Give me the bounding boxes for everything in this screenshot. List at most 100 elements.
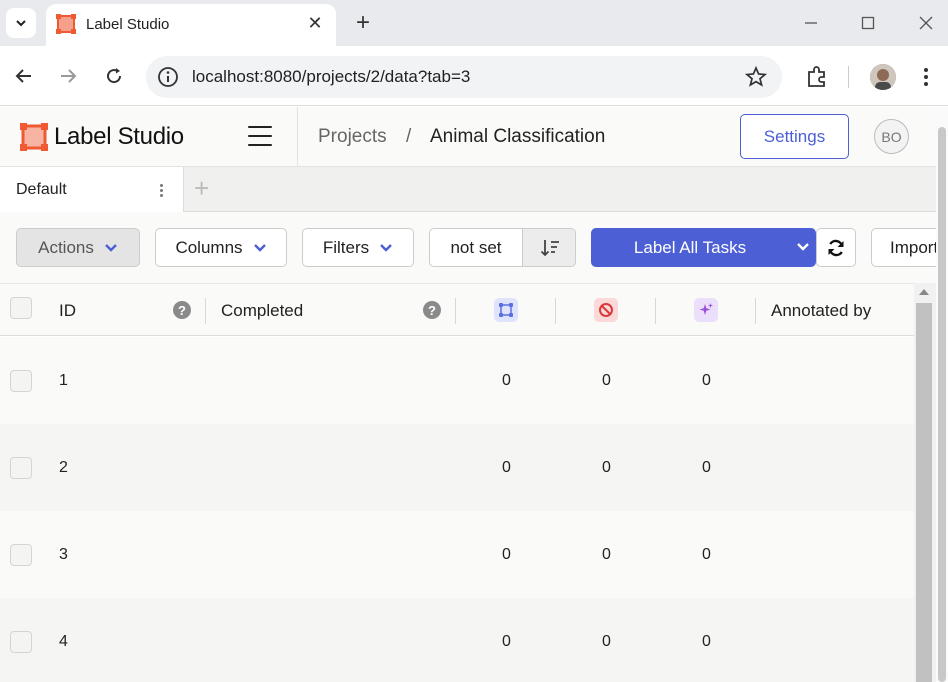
breadcrumb-separator: /	[406, 126, 412, 147]
cell-id: 2	[59, 459, 68, 476]
cell-cancelled: 0	[602, 372, 611, 389]
new-tab-button[interactable]: +	[350, 9, 376, 36]
row-checkbox[interactable]	[10, 544, 32, 566]
refresh-icon	[828, 239, 844, 256]
cell-annotations: 0	[502, 372, 511, 389]
data-manager-toolbar: Actions Columns Filters not set Label Al…	[0, 212, 948, 283]
add-tab-icon[interactable]: +	[194, 175, 209, 201]
table-row[interactable]: 3 0 0 0	[0, 511, 914, 598]
url-text[interactable]: localhost:8080/projects/2/data?tab=3	[192, 67, 470, 87]
cell-id: 3	[59, 546, 68, 563]
tab-default-label: Default	[16, 181, 67, 198]
table-row[interactable]: 1 0 0 0	[0, 337, 914, 424]
cell-predictions: 0	[702, 459, 711, 476]
page-scrollbar[interactable]	[936, 107, 948, 682]
toolbar-separator	[848, 66, 849, 88]
row-checkbox[interactable]	[10, 370, 32, 392]
row-checkbox[interactable]	[10, 631, 32, 653]
chevron-down-icon	[380, 243, 392, 252]
label-studio-favicon-icon	[56, 14, 76, 34]
bookmark-star-icon[interactable]	[744, 65, 768, 89]
table-header: ID ? Completed ? Annotated by	[0, 283, 914, 336]
page-scroll-thumb[interactable]	[938, 127, 946, 682]
profile-avatar[interactable]	[870, 64, 896, 90]
cell-id: 4	[59, 633, 68, 650]
tab-default[interactable]: Default	[0, 167, 184, 212]
actions-label: Actions	[38, 237, 94, 257]
cell-annotations: 0	[502, 459, 511, 476]
cell-predictions: 0	[702, 372, 711, 389]
browser-tab[interactable]: Label Studio ✕	[46, 4, 336, 46]
browser-menu-icon[interactable]	[916, 64, 936, 90]
forward-arrow-icon[interactable]	[54, 62, 82, 90]
brand-name[interactable]: Label Studio	[54, 123, 184, 151]
hamburger-menu-icon[interactable]	[248, 126, 272, 146]
tab-search-button[interactable]	[6, 8, 36, 38]
app-header: Label Studio Projects / Animal Classific…	[0, 107, 936, 167]
sort-order-icon[interactable]	[522, 229, 575, 266]
user-avatar[interactable]: BO	[874, 119, 909, 154]
sort-control: not set	[429, 228, 576, 267]
extensions-puzzle-icon[interactable]	[804, 64, 830, 90]
cell-predictions: 0	[702, 633, 711, 650]
cancelled-count-icon[interactable]	[594, 298, 618, 322]
column-divider[interactable]	[455, 298, 456, 324]
breadcrumb-projects[interactable]: Projects	[318, 126, 387, 148]
header-divider	[297, 107, 298, 167]
breadcrumb-current-project[interactable]: Animal Classification	[430, 126, 605, 148]
column-divider[interactable]	[655, 298, 656, 324]
actions-button[interactable]: Actions	[16, 228, 140, 267]
settings-button[interactable]: Settings	[740, 114, 849, 159]
back-arrow-icon[interactable]	[10, 62, 38, 90]
cell-annotations: 0	[502, 633, 511, 650]
refresh-button[interactable]	[816, 228, 856, 267]
browser-tab-title: Label Studio	[86, 16, 170, 33]
cell-cancelled: 0	[602, 546, 611, 563]
columns-label: Columns	[175, 237, 243, 257]
cell-cancelled: 0	[602, 459, 611, 476]
label-all-tasks-label: Label All Tasks	[633, 237, 747, 257]
cell-cancelled: 0	[602, 633, 611, 650]
row-checkbox[interactable]	[10, 457, 32, 479]
annotations-count-icon[interactable]	[494, 298, 518, 322]
reload-icon[interactable]	[100, 62, 128, 90]
table-row[interactable]: 2 0 0 0	[0, 424, 914, 511]
label-all-tasks-button[interactable]: Label All Tasks	[591, 228, 816, 267]
maximize-icon[interactable]	[853, 8, 883, 38]
site-info-icon[interactable]	[156, 65, 180, 89]
chevron-down-icon	[253, 243, 266, 252]
cell-annotations: 0	[502, 546, 511, 563]
label-studio-logo-icon[interactable]	[20, 123, 48, 151]
chevron-down-icon	[16, 20, 26, 27]
sort-field-select[interactable]: not set	[430, 229, 522, 266]
predictions-count-icon[interactable]	[694, 298, 718, 322]
browser-tab-strip: Label Studio ✕ +	[0, 0, 948, 46]
column-header-annotated-by[interactable]: Annotated by	[771, 301, 871, 321]
column-divider[interactable]	[755, 298, 756, 324]
tab-close-icon[interactable]: ✕	[304, 12, 326, 34]
select-all-checkbox[interactable]	[10, 297, 32, 319]
browser-toolbar: localhost:8080/projects/2/data?tab=3	[0, 46, 948, 106]
table-scroll-thumb[interactable]	[916, 303, 932, 682]
view-tabs-bar: Default +	[0, 167, 936, 212]
table-scrollbar[interactable]	[914, 283, 936, 682]
table-row[interactable]: 4 0 0 0	[0, 598, 914, 682]
help-icon[interactable]: ?	[173, 301, 191, 319]
scroll-up-arrow-icon[interactable]	[919, 289, 929, 295]
cell-predictions: 0	[702, 546, 711, 563]
filters-label: Filters	[322, 237, 370, 257]
tab-options-icon[interactable]	[156, 181, 166, 199]
minimize-icon[interactable]	[796, 8, 826, 38]
close-window-icon[interactable]	[911, 8, 941, 38]
filters-button[interactable]: Filters	[302, 228, 414, 267]
column-divider[interactable]	[555, 298, 556, 324]
column-header-completed[interactable]: Completed	[221, 301, 303, 321]
column-divider[interactable]	[205, 298, 206, 324]
address-bar[interactable]: localhost:8080/projects/2/data?tab=3	[146, 56, 782, 98]
cell-id: 1	[59, 372, 68, 389]
chevron-down-icon[interactable]	[796, 240, 810, 254]
chevron-down-icon	[105, 243, 117, 252]
help-icon[interactable]: ?	[423, 301, 441, 319]
column-header-id[interactable]: ID	[59, 301, 76, 321]
columns-button[interactable]: Columns	[155, 228, 287, 267]
